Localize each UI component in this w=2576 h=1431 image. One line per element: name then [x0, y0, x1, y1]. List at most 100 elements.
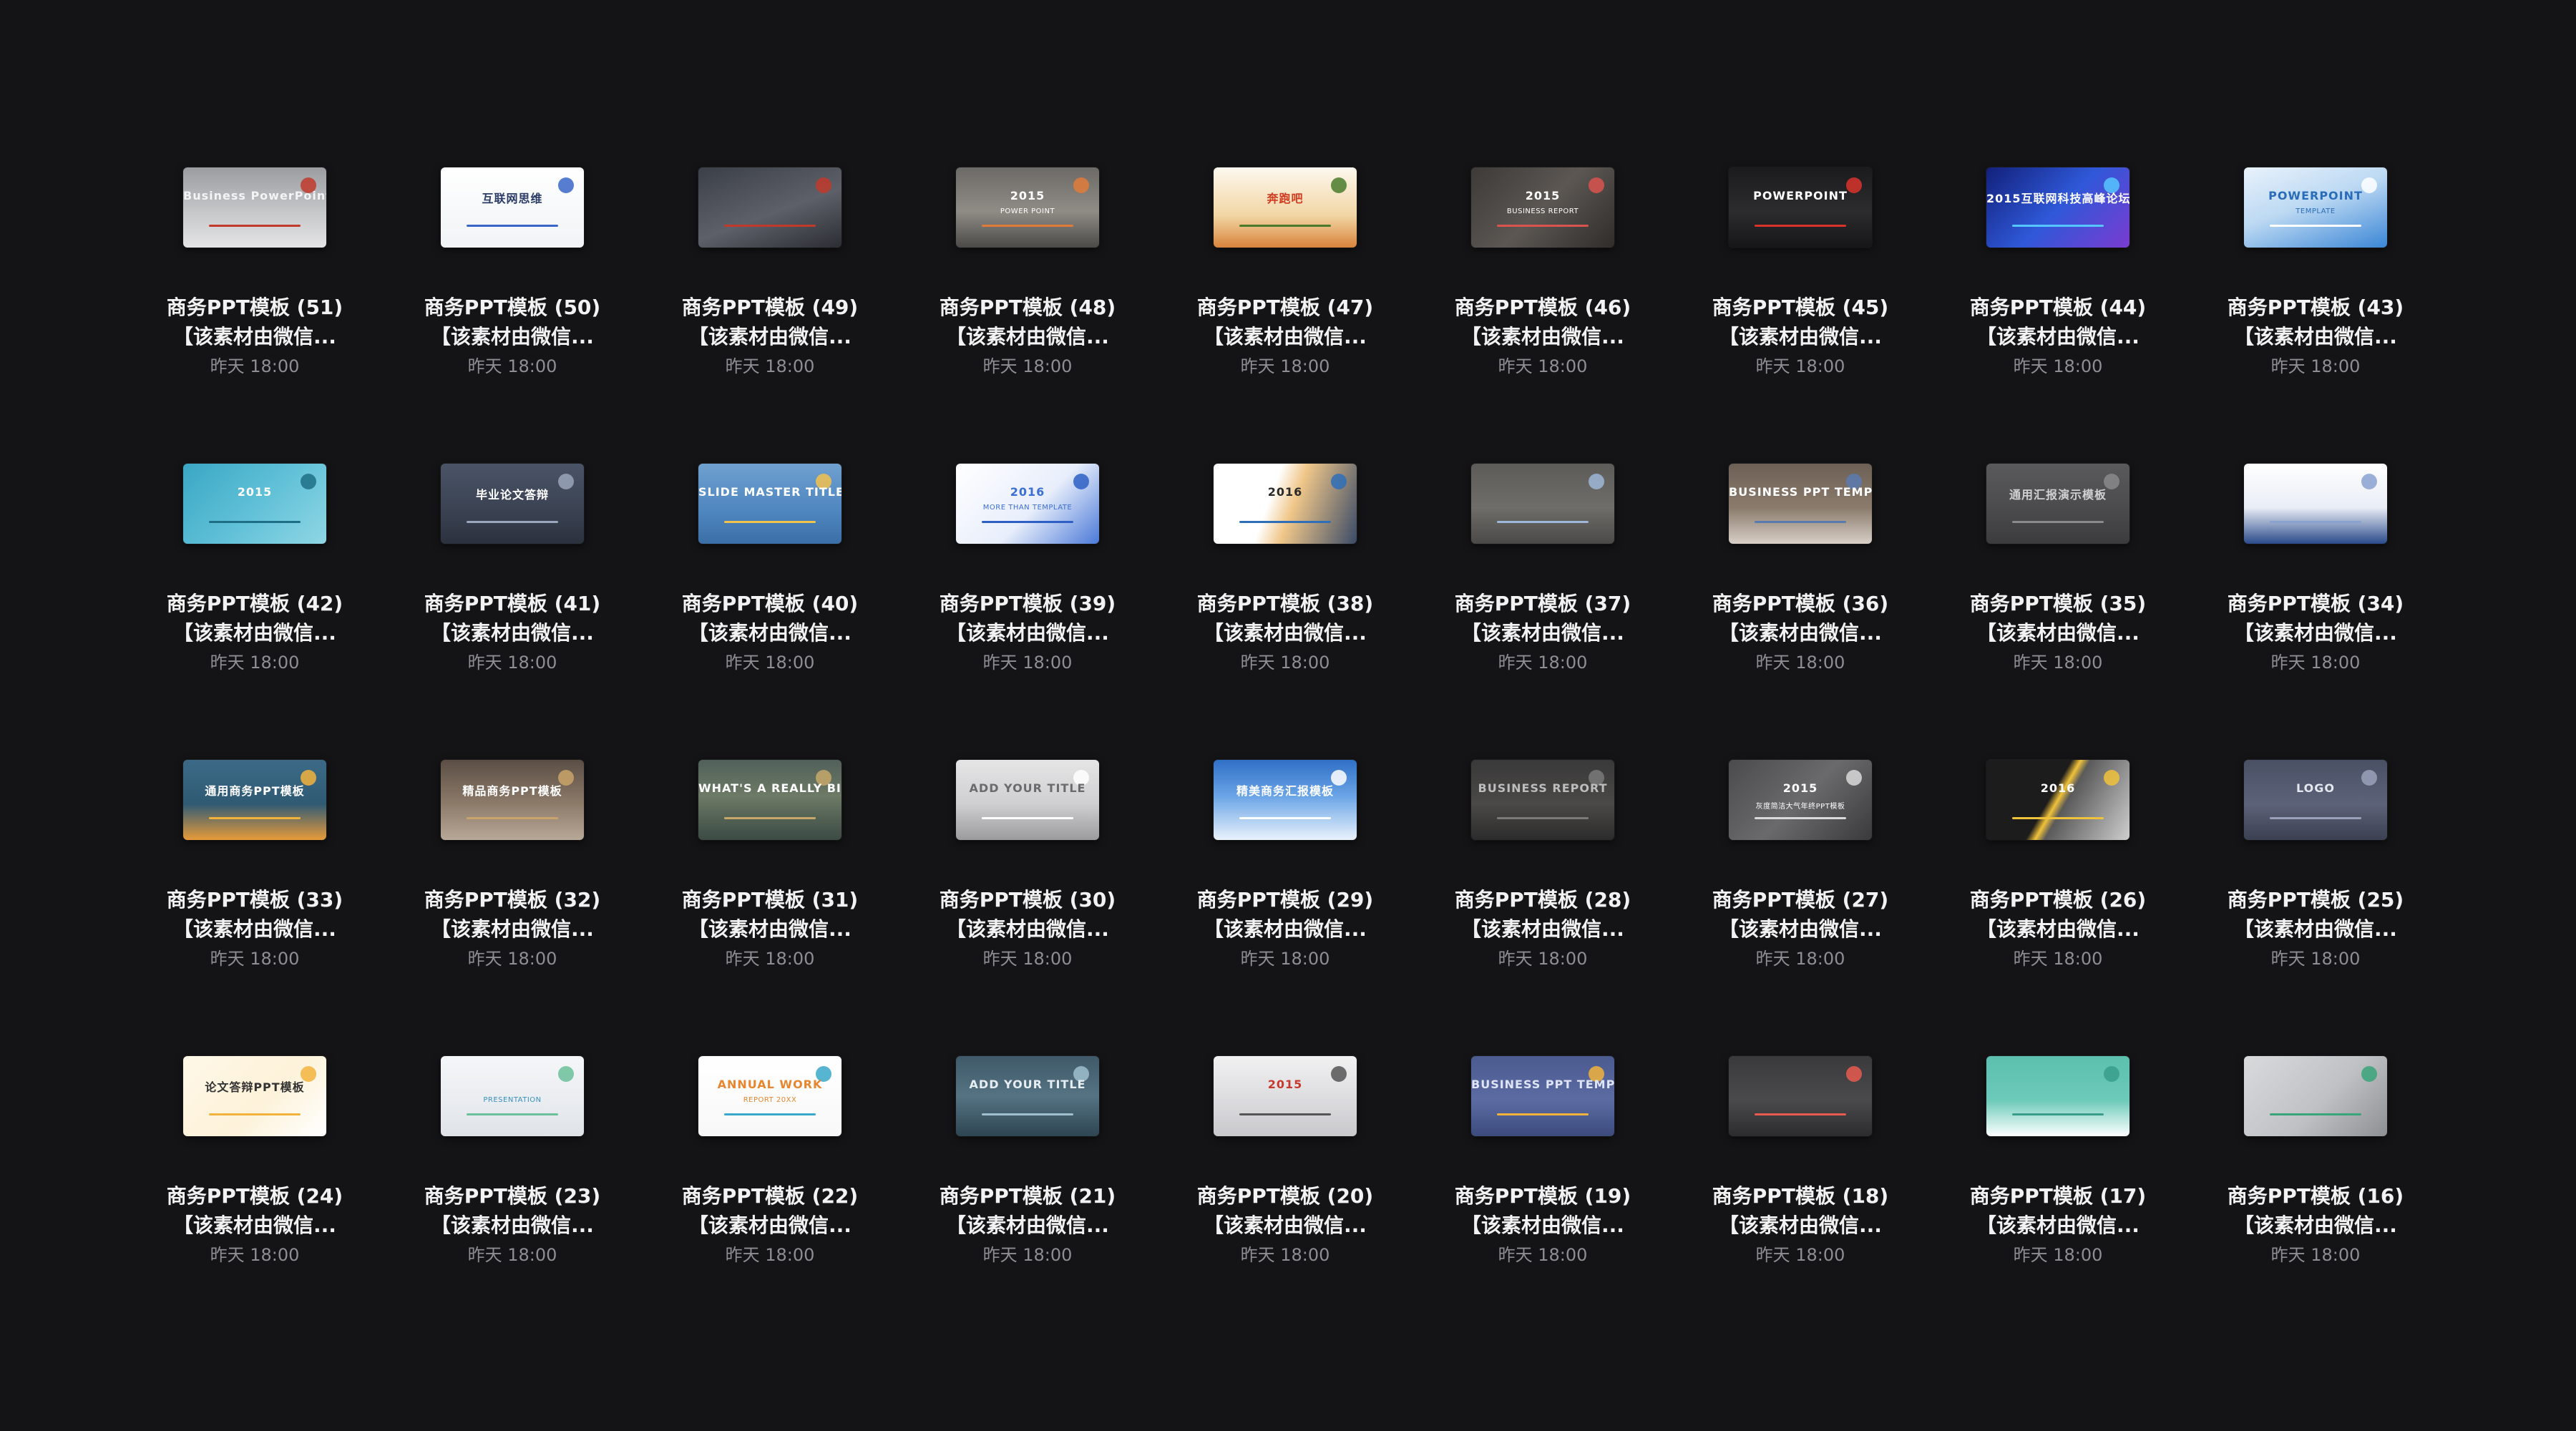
file-thumbnail[interactable]: WHAT'S A REALLY BIG HEADING	[698, 760, 841, 840]
file-thumbnail[interactable]	[2244, 464, 2387, 544]
file-item[interactable]: LOGO 商务PPT模板 (25) 【该素材由微信... 昨天 18:00	[2187, 728, 2444, 1025]
file-item[interactable]: 商务PPT模板 (37) 【该素材由微信... 昨天 18:00	[1414, 432, 1672, 728]
file-item[interactable]: BUSINESS REPORT 商务PPT模板 (28) 【该素材由微信... 昨天 …	[1414, 728, 1672, 1025]
file-item[interactable]: BUSINESS PPT TEMPLATE 商务PPT模板 (36) 【该素材由微信…	[1672, 432, 1929, 728]
file-item[interactable]: 2015互联网科技高峰论坛 商务PPT模板 (44) 【该素材由微信... 昨天 18…	[1929, 136, 2187, 432]
file-thumbnail[interactable]: ANNUAL WORK REPORT 20XX	[698, 1056, 841, 1136]
file-thumbnail[interactable]: ADD YOUR TITLE	[956, 760, 1099, 840]
file-thumbnail[interactable]: BUSINESS REPORT	[1471, 760, 1614, 840]
file-thumbnail[interactable]: LOGO	[2244, 760, 2387, 840]
file-item[interactable]: 精美商务汇报模板 商务PPT模板 (29) 【该素材由微信... 昨天 18:00	[1156, 728, 1414, 1025]
thumbnail-title: 2016	[2040, 781, 2076, 795]
file-item[interactable]: 2015 灰度简洁大气年终PPT模板 商务PPT模板 (27) 【该素材由微信... 昨…	[1672, 728, 1929, 1025]
thumbnail-title: Business PowerPoint Template	[183, 189, 326, 202]
file-item[interactable]: POWERPOINT 商务PPT模板 (45) 【该素材由微信... 昨天 18:00	[1672, 136, 1929, 432]
file-thumbnail[interactable]: PRESENTATION	[441, 1056, 584, 1136]
file-description: 【该素材由微信...	[173, 325, 336, 348]
file-modified-date: 昨天 18:00	[2270, 653, 2361, 673]
file-thumbnail[interactable]: 2015	[183, 464, 326, 544]
file-modified-date: 昨天 18:00	[982, 653, 1073, 673]
file-name: 商务PPT模板 (42)	[166, 592, 343, 615]
file-item[interactable]: PRESENTATION 商务PPT模板 (23) 【该素材由微信... 昨天 18:…	[384, 1025, 641, 1321]
file-item[interactable]: 互联网思维 商务PPT模板 (50) 【该素材由微信... 昨天 18:00	[384, 136, 641, 432]
file-item[interactable]: WHAT'S A REALLY BIG HEADING 商务PPT模板 (31) 【…	[641, 728, 899, 1025]
file-thumbnail[interactable]: 通用汇报演示模板	[1986, 464, 2129, 544]
file-thumbnail[interactable]	[698, 167, 841, 248]
file-item[interactable]: 论文答辩PPT模板 商务PPT模板 (24) 【该素材由微信... 昨天 18:00	[126, 1025, 384, 1321]
file-thumbnail[interactable]: Business PowerPoint Template	[183, 167, 326, 248]
file-item[interactable]: ADD YOUR TITLE 商务PPT模板 (30) 【该素材由微信... 昨天 1…	[899, 728, 1156, 1025]
file-thumbnail[interactable]	[1471, 464, 1614, 544]
file-item[interactable]: 商务PPT模板 (17) 【该素材由微信... 昨天 18:00	[1929, 1025, 2187, 1321]
file-name: 商务PPT模板 (35)	[1969, 592, 2147, 615]
file-item[interactable]: 商务PPT模板 (16) 【该素材由微信... 昨天 18:00	[2187, 1025, 2444, 1321]
file-modified-date: 昨天 18:00	[1498, 356, 1588, 376]
file-modified-date: 昨天 18:00	[467, 653, 557, 673]
file-item[interactable]: SLIDE MASTER TITLE HERE 商务PPT模板 (40) 【该素材由…	[641, 432, 899, 728]
file-modified-date: 昨天 18:00	[1240, 356, 1330, 376]
thumbnail-accent-bar	[1239, 1113, 1331, 1115]
file-item[interactable]: BUSINESS PPT TEMPLATE 商务PPT模板 (19) 【该素材由微信…	[1414, 1025, 1672, 1321]
file-thumbnail[interactable]: SLIDE MASTER TITLE HERE	[698, 464, 841, 544]
file-item[interactable]: 商务PPT模板 (34) 【该素材由微信... 昨天 18:00	[2187, 432, 2444, 728]
file-item[interactable]: 精品商务PPT模板 商务PPT模板 (32) 【该素材由微信... 昨天 18:00	[384, 728, 641, 1025]
file-thumbnail[interactable]: ADD YOUR TITLE	[956, 1056, 1099, 1136]
file-description: 【该素材由微信...	[1976, 1213, 2140, 1237]
file-thumbnail[interactable]	[2244, 1056, 2387, 1136]
file-item[interactable]: 2015 POWER POINT 商务PPT模板 (48) 【该素材由微信... 昨天 …	[899, 136, 1156, 432]
file-thumbnail[interactable]: 2015互联网科技高峰论坛	[1986, 167, 2129, 248]
file-item[interactable]: 奔跑吧 商务PPT模板 (47) 【该素材由微信... 昨天 18:00	[1156, 136, 1414, 432]
file-thumbnail[interactable]	[1729, 1056, 1872, 1136]
file-description: 【该素材由微信...	[431, 917, 594, 941]
file-modified-date: 昨天 18:00	[2270, 356, 2361, 376]
thumbnail-accent-bar	[1239, 225, 1331, 227]
file-thumbnail[interactable]: 2015 BUSINESS REPORT	[1471, 167, 1614, 248]
file-name: 商务PPT模板 (39)	[939, 592, 1116, 615]
file-item[interactable]: ADD YOUR TITLE 商务PPT模板 (21) 【该素材由微信... 昨天 1…	[899, 1025, 1156, 1321]
file-item[interactable]: 2015 BUSINESS REPORT 商务PPT模板 (46) 【该素材由微信..…	[1414, 136, 1672, 432]
thumbnail-title: 通用汇报演示模板	[2009, 488, 2107, 502]
file-thumbnail[interactable]: 2015	[1214, 1056, 1357, 1136]
file-thumbnail[interactable]: 精美商务汇报模板	[1214, 760, 1357, 840]
thumbnail-decoration	[1846, 1066, 1862, 1082]
file-modified-date: 昨天 18:00	[467, 949, 557, 969]
file-item[interactable]: 通用汇报演示模板 商务PPT模板 (35) 【该素材由微信... 昨天 18:00	[1929, 432, 2187, 728]
file-thumbnail[interactable]: 毕业论文答辩	[441, 464, 584, 544]
file-item[interactable]: 2016 商务PPT模板 (26) 【该素材由微信... 昨天 18:00	[1929, 728, 2187, 1025]
file-thumbnail[interactable]: 论文答辩PPT模板	[183, 1056, 326, 1136]
file-thumbnail[interactable]	[1986, 1056, 2129, 1136]
file-thumbnail[interactable]: 2015 POWER POINT	[956, 167, 1099, 248]
file-item[interactable]: 商务PPT模板 (18) 【该素材由微信... 昨天 18:00	[1672, 1025, 1929, 1321]
file-item[interactable]: 2016 MORE THAN TEMPLATE 商务PPT模板 (39) 【该素材由微…	[899, 432, 1156, 728]
file-item[interactable]: 通用商务PPT模板 商务PPT模板 (33) 【该素材由微信... 昨天 18:00	[126, 728, 384, 1025]
file-item[interactable]: 2015 商务PPT模板 (20) 【该素材由微信... 昨天 18:00	[1156, 1025, 1414, 1321]
file-item[interactable]: ANNUAL WORK REPORT 20XX 商务PPT模板 (22) 【该素材由微…	[641, 1025, 899, 1321]
file-thumbnail[interactable]: 奔跑吧	[1214, 167, 1357, 248]
file-thumbnail[interactable]: 2016	[1986, 760, 2129, 840]
file-description: 【该素材由微信...	[946, 621, 1109, 645]
file-description: 【该素材由微信...	[688, 621, 852, 645]
file-thumbnail[interactable]: 互联网思维	[441, 167, 584, 248]
file-modified-date: 昨天 18:00	[1755, 949, 1845, 969]
file-thumbnail[interactable]: 2016	[1214, 464, 1357, 544]
file-thumbnail[interactable]: 2015 灰度简洁大气年终PPT模板	[1729, 760, 1872, 840]
thumbnail-title: 2015互联网科技高峰论坛	[1986, 192, 2129, 205]
file-thumbnail[interactable]: POWERPOINT	[1729, 167, 1872, 248]
file-name: 商务PPT模板 (47)	[1196, 296, 1374, 319]
file-thumbnail[interactable]: POWERPOINT TEMPLATE	[2244, 167, 2387, 248]
file-description: 【该素材由微信...	[2234, 325, 2397, 348]
file-modified-date: 昨天 18:00	[210, 653, 300, 673]
file-item[interactable]: 2015 商务PPT模板 (42) 【该素材由微信... 昨天 18:00	[126, 432, 384, 728]
file-thumbnail[interactable]: BUSINESS PPT TEMPLATE	[1471, 1056, 1614, 1136]
file-item[interactable]: 毕业论文答辩 商务PPT模板 (41) 【该素材由微信... 昨天 18:00	[384, 432, 641, 728]
file-item[interactable]: 2016 商务PPT模板 (38) 【该素材由微信... 昨天 18:00	[1156, 432, 1414, 728]
file-thumbnail[interactable]: BUSINESS PPT TEMPLATE	[1729, 464, 1872, 544]
file-thumbnail[interactable]: 2016 MORE THAN TEMPLATE	[956, 464, 1099, 544]
file-thumbnail[interactable]: 精品商务PPT模板	[441, 760, 584, 840]
file-item[interactable]: Business PowerPoint Template 商务PPT模板 (51)…	[126, 136, 384, 432]
file-description: 【该素材由微信...	[2234, 621, 2397, 645]
file-description: 【该素材由微信...	[1719, 1213, 1882, 1237]
file-item[interactable]: POWERPOINT TEMPLATE 商务PPT模板 (43) 【该素材由微信...…	[2187, 136, 2444, 432]
file-item[interactable]: 商务PPT模板 (49) 【该素材由微信... 昨天 18:00	[641, 136, 899, 432]
file-thumbnail[interactable]: 通用商务PPT模板	[183, 760, 326, 840]
